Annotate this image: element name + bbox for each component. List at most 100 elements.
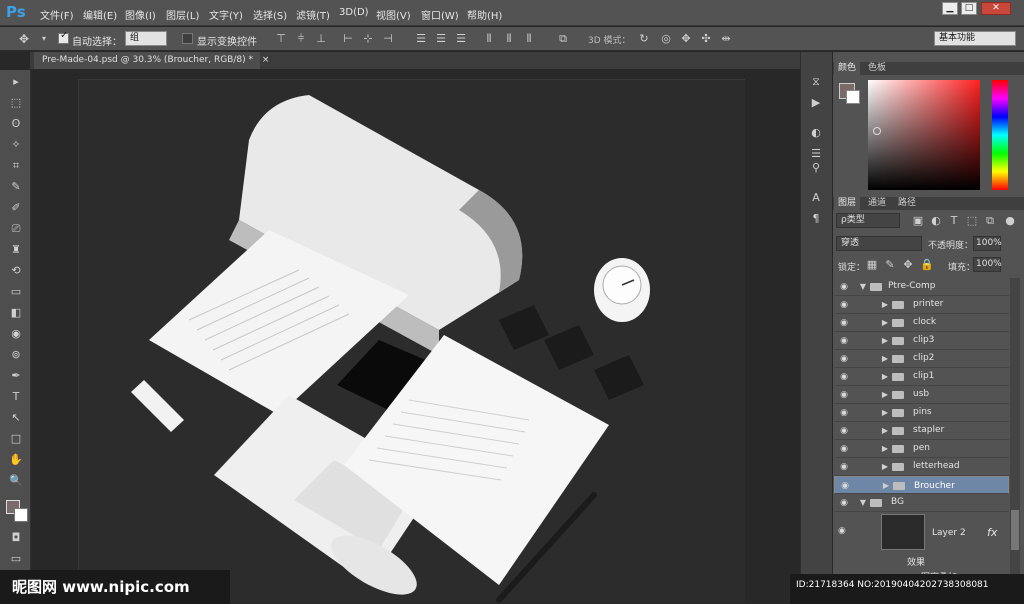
menu-type[interactable]: 文字(Y) [209,7,243,22]
screen-mode-icon[interactable]: ▭ [7,551,25,567]
collapsed-arrow-icon[interactable]: ▶ [880,443,890,455]
menu-window[interactable]: 窗口(W) [421,7,459,22]
history-panel-icon[interactable]: ⧖ [808,74,824,90]
layers-scrollbar-thumb[interactable] [1011,510,1019,550]
visibility-eye-icon[interactable]: ◉ [838,317,850,329]
menu-file[interactable]: 文件(F) [40,7,74,22]
gradient-tool-icon[interactable]: ◧ [7,305,25,321]
layer-row-pen[interactable]: ◉ ▶ pen [834,440,1009,458]
3d-slide-icon[interactable]: ✣ [700,33,712,45]
eyedropper-tool-icon[interactable]: ✎ [7,179,25,195]
visibility-eye-icon[interactable]: ◉ [838,497,850,509]
visibility-eye-icon[interactable]: ◉ [838,389,850,401]
visibility-eye-icon[interactable]: ◉ [838,353,850,365]
workspace-dropdown[interactable]: 基本功能 [934,31,1016,46]
filter-adjustment-icon[interactable]: ◐ [930,215,942,227]
lock-all-icon[interactable]: 🔒 [920,259,934,271]
collapsed-arrow-icon[interactable]: ▶ [880,371,890,383]
visibility-eye-icon[interactable]: ◉ [838,461,850,473]
align-right-icon[interactable]: ⊣ [382,33,394,45]
collapsed-arrow-icon[interactable]: ▶ [880,425,890,437]
menu-view[interactable]: 视图(V) [376,7,411,22]
3d-pan-icon[interactable]: ✥ [680,33,692,45]
bg-color-swatch[interactable] [846,90,860,104]
distribute-bottom-icon[interactable]: ☰ [455,33,467,45]
auto-align-icon[interactable]: ⧉ [557,33,569,45]
pen-tool-icon[interactable]: ✒ [7,368,25,384]
3d-scale-icon[interactable]: ⇹ [720,33,732,45]
hand-tool-icon[interactable]: ✋ [7,452,25,468]
path-selection-tool-icon[interactable]: ↖ [7,410,25,426]
collapsed-arrow-icon[interactable]: ▶ [881,480,891,492]
background-color-swatch[interactable] [14,508,28,522]
eraser-tool-icon[interactable]: ▭ [7,284,25,300]
visibility-eye-icon[interactable]: ◉ [838,526,846,536]
filter-pixel-icon[interactable]: ▣ [912,215,924,227]
chevron-down-icon[interactable]: ▾ [38,33,50,45]
adjustments-panel-icon[interactable]: ◐ [808,125,824,141]
move-tool-icon[interactable]: ✥ [18,33,30,45]
quick-mask-icon[interactable]: ◘ [7,530,25,546]
layer-row-clip2[interactable]: ◉ ▶ clip2 [834,350,1009,368]
lock-pixels-icon[interactable]: ✎ [884,259,896,271]
layer-row-printer[interactable]: ◉ ▶ printer [834,296,1009,314]
layer-row-clock[interactable]: ◉ ▶ clock [834,314,1009,332]
magic-wand-tool-icon[interactable]: ✧ [7,137,25,153]
layer-row-pins[interactable]: ◉ ▶ pins [834,404,1009,422]
collapsed-arrow-icon[interactable]: ▶ [880,317,890,329]
menu-image[interactable]: 图像(I) [125,7,156,22]
align-left-icon[interactable]: ⊢ [342,33,354,45]
visibility-eye-icon[interactable]: ◉ [838,281,850,293]
move-tool-icon[interactable]: ▸ [7,74,25,90]
zoom-tool-icon[interactable]: 🔍 [7,473,25,489]
menu-filter[interactable]: 滤镜(T) [296,7,330,22]
tab-close-icon[interactable]: × [262,55,270,65]
brush-presets-panel-icon[interactable]: ⚲ [808,160,824,176]
align-top-icon[interactable]: ⊤ [275,33,287,45]
blend-mode-dropdown[interactable]: 穿透 [836,236,922,251]
filter-shape-icon[interactable]: ⬚ [966,215,978,227]
layer-row-bg[interactable]: ◉ ▼ BG [834,494,1009,512]
layer-filter-dropdown[interactable]: ρ类型 [836,213,900,228]
collapsed-arrow-icon[interactable]: ▶ [880,389,890,401]
visibility-eye-icon[interactable]: ◉ [838,443,850,455]
distribute-left-icon[interactable]: ⫴ [483,33,495,45]
document-canvas[interactable] [78,79,745,604]
tab-color[interactable]: 颜色 [834,62,861,75]
align-hcenter-icon[interactable]: ⊹ [362,33,374,45]
close-button[interactable]: ✕ [981,2,1011,15]
menu-edit[interactable]: 编辑(E) [83,7,117,22]
hue-slider[interactable] [992,80,1008,190]
menu-3d[interactable]: 3D(D) [339,7,369,18]
layer-row-broucher[interactable]: ◉ ▶ Broucher [834,476,1009,494]
collapsed-arrow-icon[interactable]: ▶ [880,461,890,473]
distribute-hcenter-icon[interactable]: ⫴ [503,33,515,45]
maximize-button[interactable]: □ [961,2,977,15]
expand-arrow-icon[interactable]: ▼ [858,497,868,509]
visibility-eye-icon[interactable]: ◉ [838,407,850,419]
filter-toggle-icon[interactable]: ● [1004,215,1016,227]
color-field[interactable] [868,80,980,190]
lock-transparency-icon[interactable]: ▦ [866,259,878,271]
layer-row-usb[interactable]: ◉ ▶ usb [834,386,1009,404]
visibility-eye-icon[interactable]: ◉ [838,335,850,347]
layer-row-ptre-comp[interactable]: ◉ ▼ Ptre-Comp [834,278,1009,296]
blur-tool-icon[interactable]: ◉ [7,326,25,342]
tab-channels[interactable]: 通道 [864,197,890,210]
expand-arrow-icon[interactable]: ▼ [858,281,868,293]
collapsed-arrow-icon[interactable]: ▶ [880,353,890,365]
layer-row-clip1[interactable]: ◉ ▶ clip1 [834,368,1009,386]
paragraph-panel-icon[interactable]: ¶ [808,211,824,227]
layer-row-letterhead[interactable]: ◉ ▶ letterhead [834,458,1009,476]
lasso-tool-icon[interactable]: ʘ [7,116,25,132]
3d-roll-icon[interactable]: ◎ [660,33,672,45]
lock-position-icon[interactable]: ✥ [902,259,914,271]
align-bottom-icon[interactable]: ⊥ [315,33,327,45]
tab-swatches[interactable]: 色板 [864,62,890,75]
brush-tool-icon[interactable]: ⎚ [7,221,25,237]
menu-help[interactable]: 帮助(H) [467,7,502,22]
healing-brush-tool-icon[interactable]: ✐ [7,200,25,216]
actions-panel-icon[interactable]: ▶ [808,95,824,111]
crop-tool-icon[interactable]: ⌗ [7,158,25,174]
distribute-top-icon[interactable]: ☰ [415,33,427,45]
